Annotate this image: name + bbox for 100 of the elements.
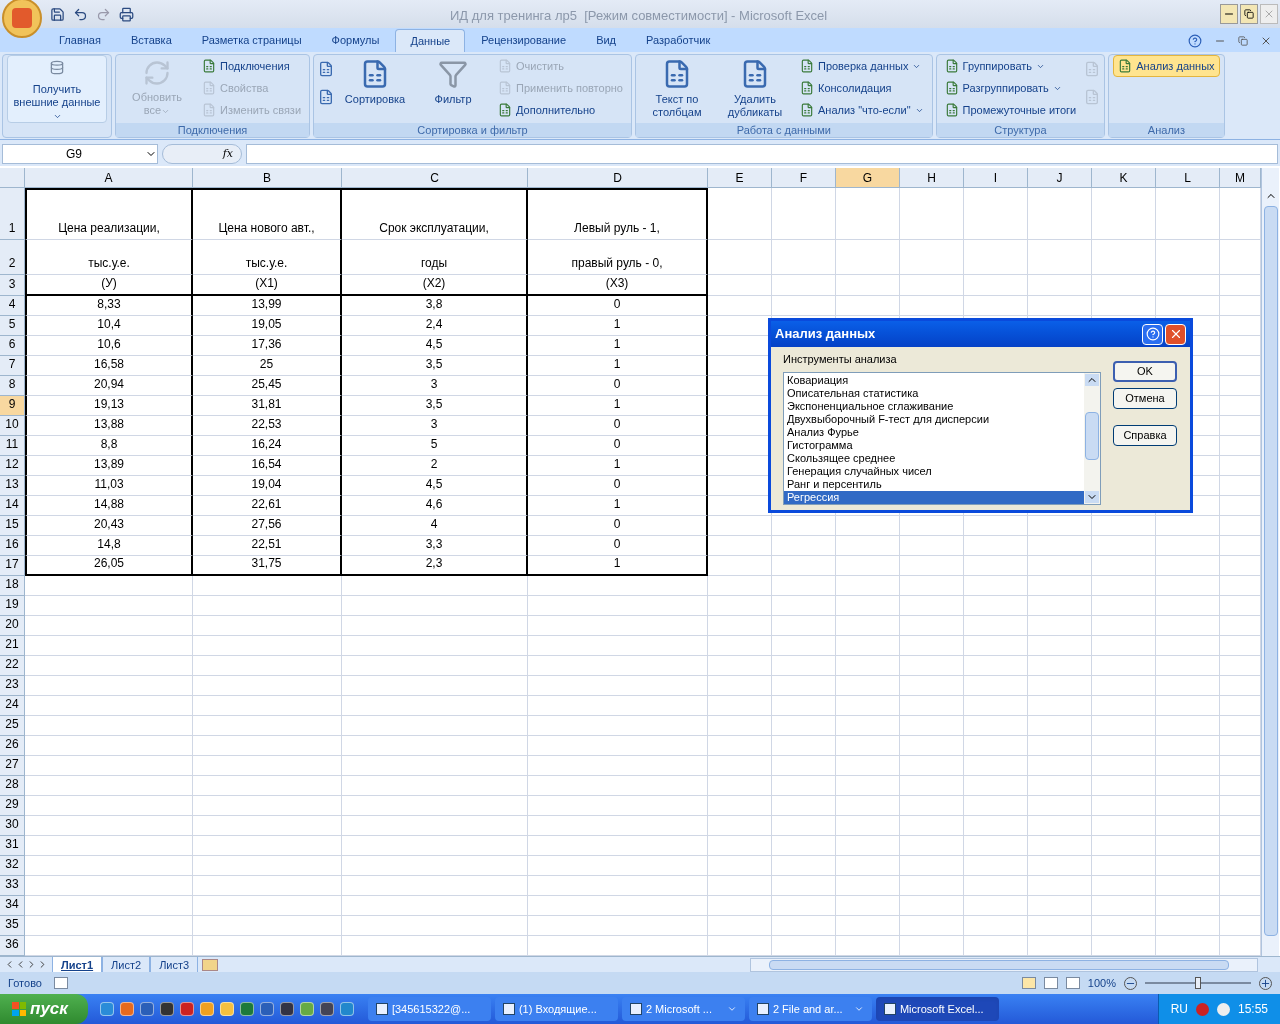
quick-launch-icon[interactable] — [219, 1002, 234, 1016]
table-cell[interactable] — [1156, 896, 1220, 916]
table-cell[interactable] — [25, 856, 193, 876]
table-cell[interactable] — [900, 816, 964, 836]
table-cell[interactable] — [193, 816, 342, 836]
table-cell[interactable] — [1156, 576, 1220, 596]
table-cell[interactable] — [1028, 696, 1092, 716]
row-header[interactable]: 11 — [0, 436, 25, 456]
table-cell[interactable] — [342, 836, 528, 856]
table-cell[interactable] — [1028, 816, 1092, 836]
ribbon-button[interactable]: Дополнительно — [494, 99, 627, 121]
list-item[interactable]: Ранг и персентиль — [784, 477, 1084, 491]
table-cell[interactable]: 1 — [528, 356, 708, 376]
tray-icon[interactable] — [1195, 1002, 1209, 1016]
row-header[interactable]: 24 — [0, 696, 25, 716]
table-cell[interactable] — [964, 656, 1028, 676]
table-cell[interactable] — [1028, 836, 1092, 856]
table-cell[interactable] — [708, 776, 772, 796]
horizontal-scrollbar[interactable] — [750, 957, 1258, 972]
column-header[interactable]: L — [1156, 168, 1220, 188]
row-header[interactable]: 3 — [0, 275, 25, 296]
table-cell[interactable] — [772, 756, 836, 776]
table-cell[interactable] — [342, 896, 528, 916]
table-cell[interactable]: тыс.у.е. — [25, 240, 193, 275]
row-header[interactable]: 21 — [0, 636, 25, 656]
table-cell[interactable] — [836, 296, 900, 316]
table-cell[interactable] — [964, 876, 1028, 896]
table-cell[interactable]: 11,03 — [25, 476, 193, 496]
table-cell[interactable] — [708, 676, 772, 696]
table-cell[interactable] — [193, 856, 342, 876]
table-cell[interactable] — [342, 636, 528, 656]
table-cell[interactable] — [900, 756, 964, 776]
quick-launch-icon[interactable] — [119, 1002, 134, 1016]
taskbar-button[interactable]: [345615322@... — [367, 997, 491, 1021]
table-cell[interactable] — [193, 636, 342, 656]
table-cell[interactable]: 14,8 — [25, 536, 193, 556]
table-cell[interactable] — [25, 596, 193, 616]
table-cell[interactable] — [25, 876, 193, 896]
table-cell[interactable] — [25, 816, 193, 836]
tray-icon[interactable] — [1216, 1002, 1230, 1016]
table-cell[interactable] — [772, 676, 836, 696]
table-cell[interactable] — [708, 296, 772, 316]
table-cell[interactable] — [193, 916, 342, 936]
table-cell[interactable] — [836, 536, 900, 556]
table-cell[interactable] — [772, 716, 836, 736]
table-cell[interactable]: правый руль - 0, — [528, 240, 708, 275]
table-cell[interactable]: 4,5 — [342, 336, 528, 356]
list-item[interactable]: Анализ Фурье — [784, 425, 1084, 439]
table-cell[interactable] — [528, 576, 708, 596]
table-cell[interactable]: 0 — [528, 436, 708, 456]
table-cell[interactable]: 0 — [528, 296, 708, 316]
list-item[interactable]: Двухвыборочный F-тест для дисперсии — [784, 412, 1084, 426]
page-break-icon[interactable] — [1065, 977, 1080, 989]
table-cell[interactable] — [964, 776, 1028, 796]
table-cell[interactable]: 5 — [342, 436, 528, 456]
table-cell[interactable] — [1092, 676, 1156, 696]
ribbon-button[interactable]: Консолидация — [795, 77, 928, 99]
table-cell[interactable] — [1092, 736, 1156, 756]
table-cell[interactable] — [1156, 616, 1220, 636]
table-cell[interactable] — [772, 696, 836, 716]
table-cell[interactable] — [1028, 756, 1092, 776]
table-cell[interactable] — [1156, 856, 1220, 876]
table-cell[interactable] — [964, 188, 1028, 240]
table-cell[interactable] — [528, 736, 708, 756]
table-cell[interactable] — [836, 576, 900, 596]
table-cell[interactable] — [1156, 796, 1220, 816]
table-cell[interactable] — [193, 796, 342, 816]
table-cell[interactable] — [1092, 716, 1156, 736]
scroll-thumb[interactable] — [769, 959, 1229, 970]
list-item[interactable]: Экспоненциальное сглаживание — [784, 399, 1084, 413]
table-cell[interactable] — [836, 736, 900, 756]
table-cell[interactable]: 17,36 — [193, 336, 342, 356]
table-cell[interactable] — [708, 240, 772, 275]
row-header[interactable]: 19 — [0, 596, 25, 616]
table-cell[interactable] — [528, 596, 708, 616]
table-cell[interactable] — [836, 916, 900, 936]
table-cell[interactable] — [1092, 616, 1156, 636]
table-cell[interactable] — [1156, 756, 1220, 776]
table-cell[interactable] — [708, 636, 772, 656]
column-header[interactable]: D — [528, 168, 708, 188]
table-cell[interactable] — [708, 188, 772, 240]
table-cell[interactable] — [1092, 536, 1156, 556]
ribbon-button[interactable]: Удалить дубликаты — [717, 55, 792, 123]
table-cell[interactable] — [25, 696, 193, 716]
table-cell[interactable] — [25, 836, 193, 856]
column-header[interactable]: K — [1092, 168, 1156, 188]
column-header[interactable]: C — [342, 168, 528, 188]
table-cell[interactable] — [1028, 776, 1092, 796]
table-cell[interactable] — [836, 776, 900, 796]
table-cell[interactable] — [836, 716, 900, 736]
table-cell[interactable] — [1156, 536, 1220, 556]
table-cell[interactable] — [964, 676, 1028, 696]
table-cell[interactable] — [772, 896, 836, 916]
list-item[interactable]: Скользящее среднее — [784, 451, 1084, 465]
table-cell[interactable] — [900, 736, 964, 756]
table-cell[interactable] — [708, 816, 772, 836]
ribbon-tab[interactable]: Формулы — [317, 29, 394, 52]
normal-view-icon[interactable] — [1021, 977, 1036, 989]
table-cell[interactable] — [1156, 816, 1220, 836]
table-cell[interactable] — [772, 736, 836, 756]
